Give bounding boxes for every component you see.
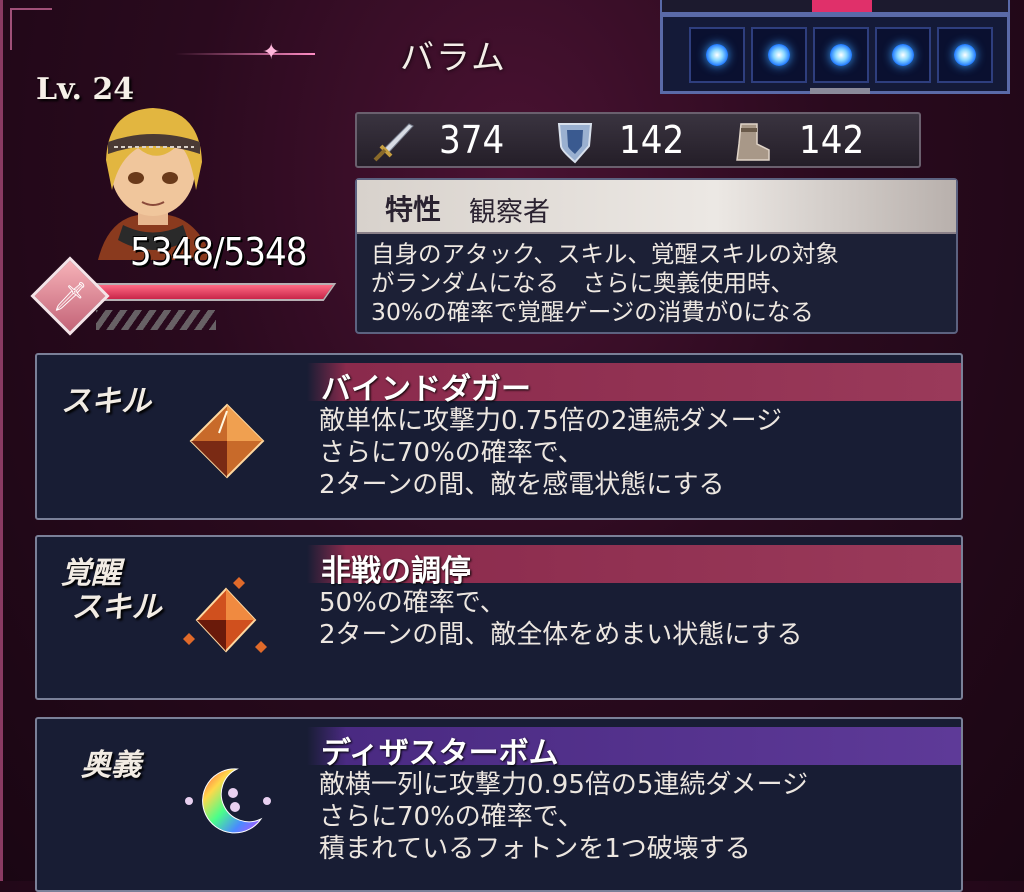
slot-tab <box>810 88 870 94</box>
attack-value: 374 <box>439 118 505 162</box>
ultimate-panel: 奥義 ディザスターボム 敵横一列に攻撃力0.95倍の5連続ダメージ さらに70%… <box>35 717 963 892</box>
sparkle-icon: ✦ <box>262 40 281 65</box>
orb-slot <box>813 27 869 83</box>
defense-value: 142 <box>619 118 685 162</box>
blue-orb-icon <box>954 44 976 66</box>
orange-gem-icon <box>189 403 265 479</box>
orb-slot <box>689 27 745 83</box>
awaken-skill-label: 覚醒 スキル <box>61 556 162 625</box>
blue-orb-icon <box>768 44 790 66</box>
orb-slots <box>660 14 1010 94</box>
gauge-stripes <box>96 310 216 330</box>
blue-orb-icon <box>830 44 852 66</box>
ultimate-label: 奥義 <box>81 748 141 783</box>
orb-slot <box>875 27 931 83</box>
sword-icon <box>373 123 414 162</box>
orange-gem-cluster-icon <box>183 577 267 653</box>
trait-panel: 特性 観察者 自身のアタック、スキル、覚醒スキルの対象 がランダムになる さらに… <box>355 178 958 334</box>
awaken-skill-panel: 覚醒 スキル 非戦の調停 50%の確率で、 2ターンの間、敵全体をめまい状態にす… <box>35 535 963 700</box>
blue-orb-icon <box>892 44 914 66</box>
ultimate-description: 敵横一列に攻撃力0.95倍の5連続ダメージ さらに70%の確率で、 積まれている… <box>319 770 809 864</box>
hp-value: 5348/5348 <box>130 230 307 274</box>
skill-description: 敵単体に攻撃力0.75倍の2連続ダメージ さらに70%の確率で、 2ターンの間、… <box>319 406 783 500</box>
corner-ornament <box>10 8 52 50</box>
trait-header: 特性 観察者 <box>357 180 956 234</box>
skill-name: バインドダガー <box>321 372 531 407</box>
skill-label: スキル <box>61 384 151 419</box>
title-decoration <box>175 53 315 55</box>
blue-orb-icon <box>706 44 728 66</box>
ultimate-name: ディザスターボム <box>321 736 559 771</box>
hp-bar-fill <box>87 285 333 299</box>
slot-tray-top <box>660 0 1010 14</box>
awaken-skill-description: 50%の確率で、 2ターンの間、敵全体をめまい状態にする <box>319 588 803 650</box>
skill-panel: スキル バインドダガー 敵単体に攻撃力0.75倍の2連続ダメージ さらに70%の… <box>35 353 963 520</box>
stats-bar: 374 142 142 <box>355 112 921 168</box>
crescent-moon-icon <box>185 768 271 834</box>
character-name: バラム <box>400 38 507 78</box>
trait-description: 自身のアタック、スキル、覚醒スキルの対象 がランダムになる さらに奥義使用時、 … <box>371 240 839 326</box>
trait-name: 観察者 <box>469 197 550 228</box>
orb-slot <box>751 27 807 83</box>
shield-icon <box>557 123 593 164</box>
class-sword-icon: 🗡 <box>52 279 88 313</box>
trait-label: 特性 <box>385 193 442 226</box>
awaken-skill-name: 非戦の調停 <box>321 554 471 589</box>
orb-slot <box>937 27 993 83</box>
boot-icon <box>736 123 770 161</box>
speed-value: 142 <box>799 118 865 162</box>
hp-bar <box>83 283 337 301</box>
